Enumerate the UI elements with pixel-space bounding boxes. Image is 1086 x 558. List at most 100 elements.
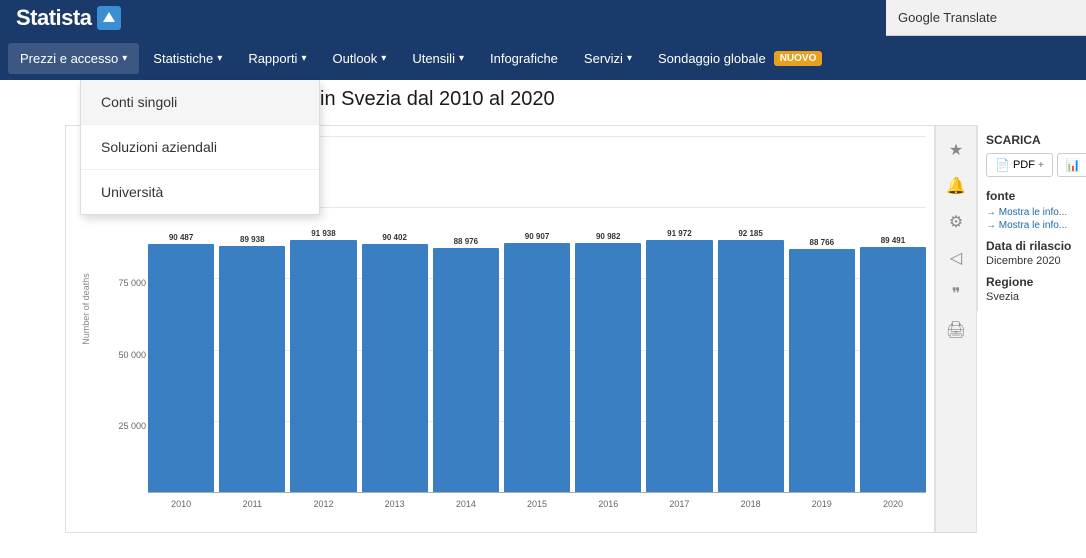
- x-label-2010: 2010: [148, 495, 214, 527]
- nav-item-statistiche[interactable]: Statistiche ▾: [141, 43, 234, 74]
- caret-icon-6: ▾: [627, 53, 632, 64]
- caret-icon-1: ▾: [217, 53, 222, 64]
- nav-label-utensili: Utensili: [412, 51, 455, 66]
- x-label-2018: 2018: [718, 495, 784, 527]
- bar-value-2011: 89 938: [240, 235, 264, 244]
- x-label-2015: 2015: [504, 495, 570, 527]
- bar-value-2017: 91 972: [667, 229, 691, 238]
- nav-label-sondaggio: Sondaggio globale: [658, 51, 766, 66]
- bell-button[interactable]: 🔔: [940, 170, 972, 202]
- logo-icon: [97, 6, 121, 30]
- star-button[interactable]: ★: [940, 134, 972, 166]
- nav-badge-nuovo: NUOVO: [774, 51, 823, 66]
- translate-bar: Google Translate: [886, 0, 1086, 36]
- x-label-2017: 2017: [646, 495, 712, 527]
- x-label-2016: 2016: [575, 495, 641, 527]
- scarica-buttons: 📄 PDF + 📊: [986, 153, 1078, 177]
- pdf-icon: 📄: [995, 158, 1010, 172]
- bar-value-2015: 90 907: [525, 232, 549, 241]
- bar-rect-2015: [504, 243, 570, 492]
- x-labels: 2010201120122013201420152016201720182019…: [148, 495, 926, 527]
- nav-label-infografiche: Infografiche: [490, 51, 558, 66]
- dropdown-item-soluzioni[interactable]: Soluzioni aziendali: [81, 125, 319, 170]
- x-label-2020: 2020: [860, 495, 926, 527]
- pdf-label: PDF: [1013, 159, 1035, 171]
- y-label-50: 50 000: [118, 350, 146, 360]
- nav-item-prezzi[interactable]: Prezzi e accesso ▾: [8, 43, 139, 74]
- bar-col-2013: 90 402: [362, 136, 428, 492]
- fonte-link-2[interactable]: → Mostra le info...: [986, 220, 1078, 231]
- y-label-75: 75 000: [118, 278, 146, 288]
- bar-rect-2019: [789, 249, 855, 492]
- share-button[interactable]: ◁: [940, 242, 972, 274]
- nav-item-servizi[interactable]: Servizi ▾: [572, 43, 644, 74]
- bar-col-2019: 88 766: [789, 136, 855, 492]
- page-title-text: in Svezia dal 2010 al 2020: [320, 88, 555, 110]
- dropdown-label-soluzioni: Soluzioni aziendali: [101, 139, 217, 155]
- bar-value-2019: 88 766: [810, 238, 834, 247]
- xls-button[interactable]: 📊: [1057, 153, 1086, 177]
- nav-label-prezzi: Prezzi e accesso: [20, 51, 118, 66]
- x-label-2013: 2013: [362, 495, 428, 527]
- dropdown-label-conti: Conti singoli: [101, 94, 177, 110]
- bar-rect-2020: [860, 247, 926, 492]
- bar-value-2010: 90 487: [169, 233, 193, 242]
- bar-col-2016: 90 982: [575, 136, 641, 492]
- nav-item-rapporti[interactable]: Rapporti ▾: [236, 43, 318, 74]
- nav-label-outlook: Outlook: [332, 51, 377, 66]
- pdf-button[interactable]: 📄 PDF +: [986, 153, 1053, 177]
- regione-value: Svezia: [986, 291, 1078, 303]
- bar-value-2018: 92 185: [738, 229, 762, 238]
- nav-item-sondaggio[interactable]: Sondaggio globale NUOVO: [646, 43, 834, 74]
- bar-rect-2016: [575, 243, 641, 492]
- bar-col-2017: 91 972: [646, 136, 712, 492]
- bar-value-2012: 91 938: [311, 229, 335, 238]
- dropdown-menu: Conti singoli Soluzioni aziendali Univer…: [80, 80, 320, 215]
- nav-label-servizi: Servizi: [584, 51, 623, 66]
- fonte-title: fonte: [986, 189, 1078, 203]
- bar-rect-2014: [433, 248, 499, 492]
- settings-button[interactable]: ⚙: [940, 206, 972, 238]
- logo[interactable]: Statista: [16, 5, 121, 31]
- bar-value-2020: 89 491: [881, 236, 905, 245]
- pdf-plus-icon: +: [1038, 160, 1044, 171]
- nav-item-utensili[interactable]: Utensili ▾: [400, 43, 476, 74]
- bar-value-2016: 90 982: [596, 232, 620, 241]
- right-info-panel: SCARICA 📄 PDF + 📊 fonte → Mostra le info…: [977, 125, 1086, 311]
- nav-item-infografiche[interactable]: Infografiche: [478, 43, 570, 74]
- x-label-2011: 2011: [219, 495, 285, 527]
- regione-title: Regione: [986, 275, 1078, 289]
- bar-col-2014: 88 976: [433, 136, 499, 492]
- quote-button[interactable]: ❞: [940, 278, 972, 310]
- dropdown-label-universita: Università: [101, 184, 163, 200]
- bar-value-2013: 90 402: [382, 233, 406, 242]
- bar-col-2020: 89 491: [860, 136, 926, 492]
- nav-label-rapporti: Rapporti: [248, 51, 297, 66]
- dropdown-item-conti[interactable]: Conti singoli: [81, 80, 319, 125]
- data-rilascio-title: Data di rilascio: [986, 239, 1078, 253]
- navbar: Prezzi e accesso ▾ Statistiche ▾ Rapport…: [0, 36, 1086, 80]
- bar-col-2015: 90 907: [504, 136, 570, 492]
- bar-rect-2010: [148, 244, 214, 492]
- bar-rect-2011: [219, 246, 285, 492]
- x-label-2019: 2019: [789, 495, 855, 527]
- bar-rect-2013: [362, 244, 428, 492]
- print-button[interactable]: 🖨: [940, 314, 972, 346]
- logo-text: Statista: [16, 5, 91, 31]
- page-title: in Svezia dal 2010 al 2020: [320, 88, 876, 111]
- xls-icon: 📊: [1066, 158, 1081, 172]
- bar-rect-2012: [290, 240, 356, 492]
- bar-rect-2017: [646, 240, 712, 492]
- dropdown-item-universita[interactable]: Università: [81, 170, 319, 214]
- data-rilascio-value: Dicembre 2020: [986, 255, 1078, 267]
- translate-label: Google Translate: [898, 10, 997, 25]
- scarica-title: SCARICA: [986, 133, 1078, 147]
- bar-value-2014: 88 976: [454, 237, 478, 246]
- y-label-25: 25 000: [118, 421, 146, 431]
- nav-label-statistiche: Statistiche: [153, 51, 213, 66]
- caret-icon-4: ▾: [459, 53, 464, 64]
- y-axis-title: Number of deaths: [81, 273, 91, 345]
- nav-item-outlook[interactable]: Outlook ▾: [320, 43, 398, 74]
- fonte-link-1[interactable]: → Mostra le info...: [986, 207, 1078, 218]
- grid-line-100: [148, 492, 926, 493]
